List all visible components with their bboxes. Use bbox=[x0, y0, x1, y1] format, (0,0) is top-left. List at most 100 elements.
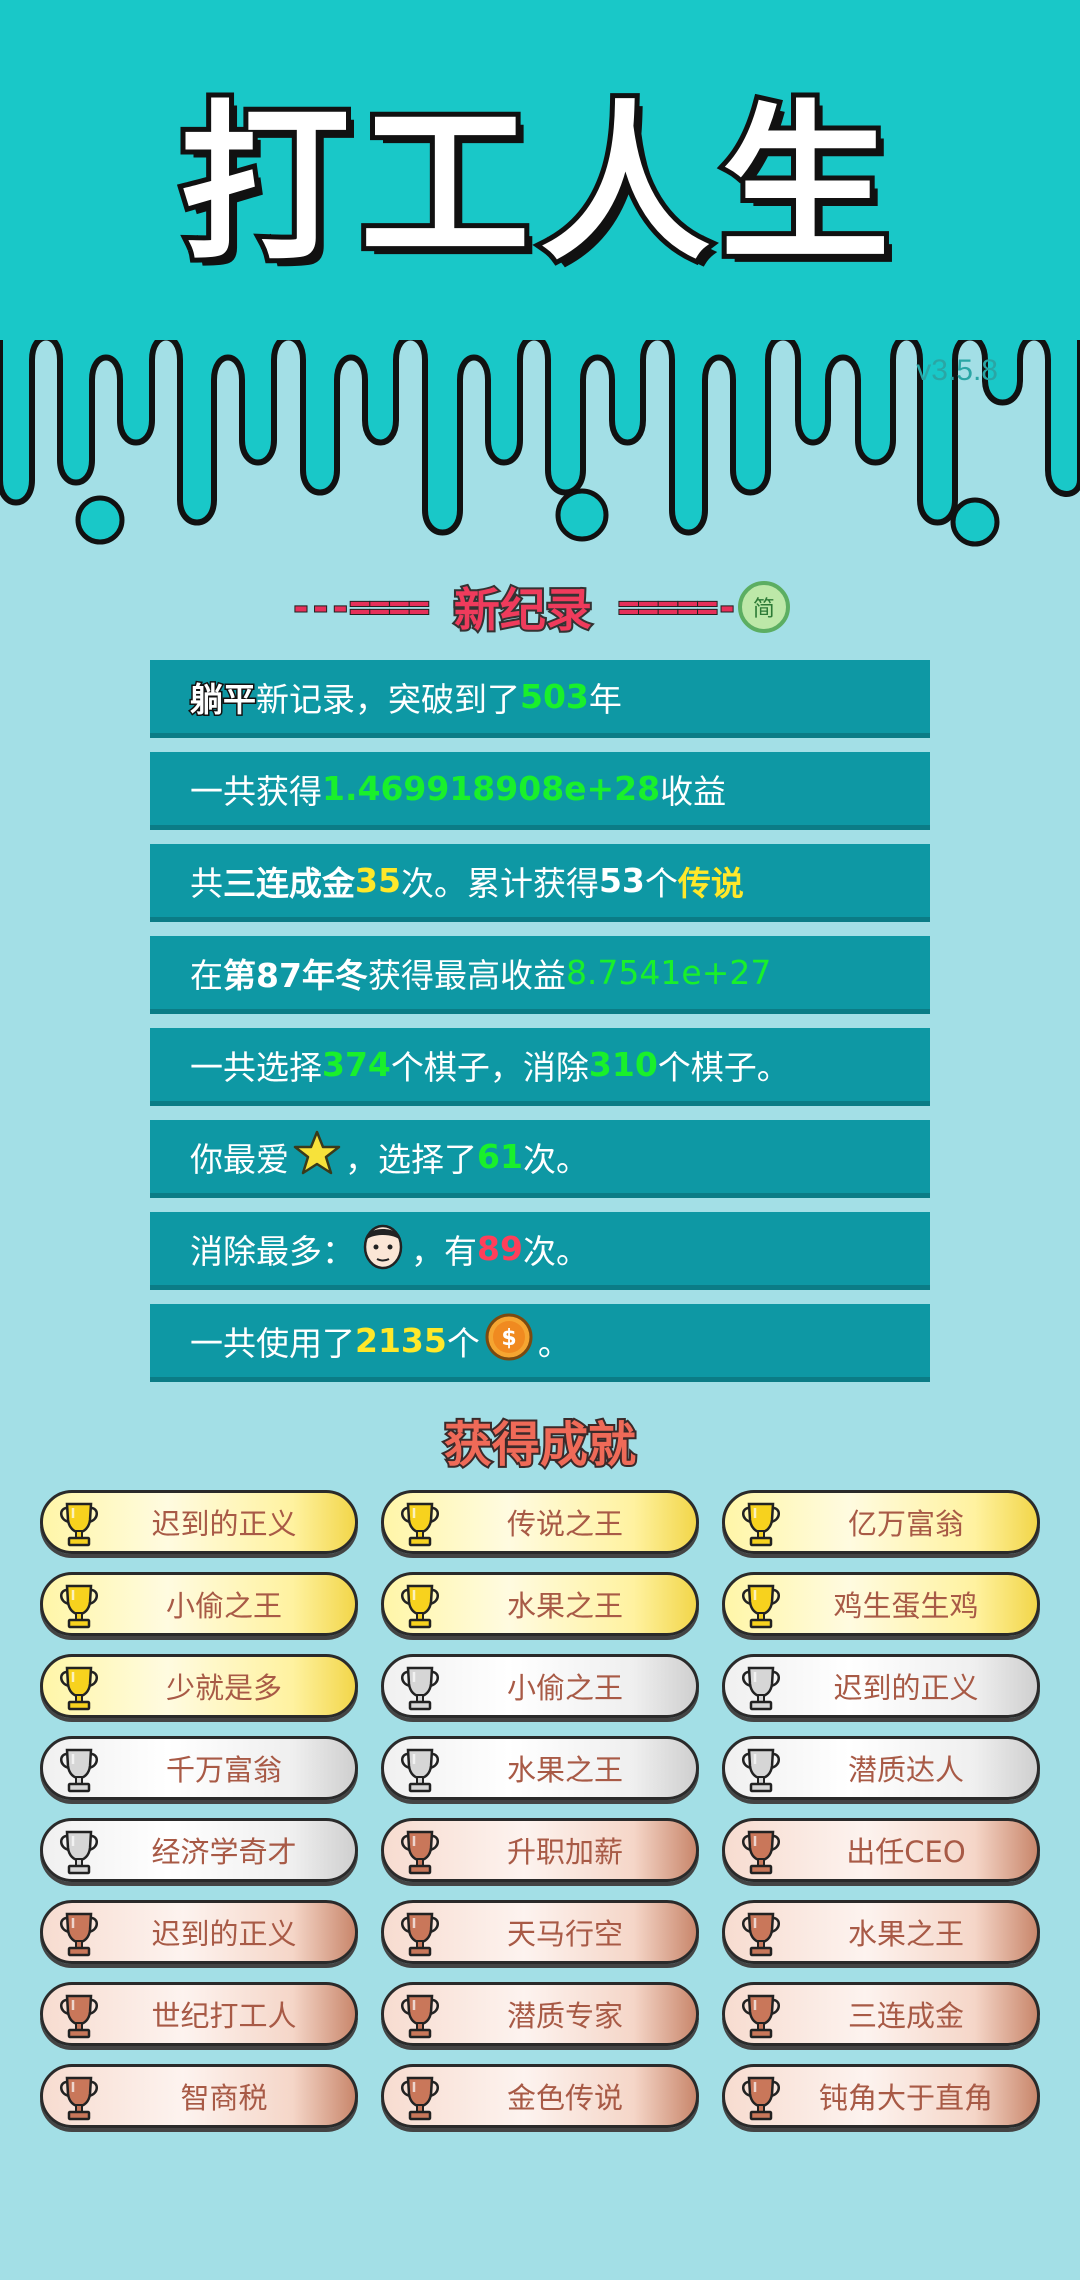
record-text: 年 bbox=[588, 679, 622, 719]
trophy-icon bbox=[57, 2074, 101, 2122]
trophy-icon bbox=[739, 1910, 783, 1958]
trophy-icon bbox=[57, 1664, 101, 1712]
right-dash-decoration: =====- bbox=[617, 586, 739, 629]
version-label: v3.5.8 bbox=[916, 354, 998, 387]
trophy-icon bbox=[398, 1910, 442, 1958]
record-text: 第87年冬 bbox=[223, 955, 368, 995]
trophy-icon bbox=[739, 1992, 783, 2040]
record-row: 在 第87年冬 获得最高收益 8.7541e+27 bbox=[150, 936, 930, 1014]
achievement-badge[interactable]: 升职加薪 bbox=[381, 1818, 699, 1882]
trophy-icon bbox=[57, 1910, 101, 1958]
record-text: 次。 bbox=[522, 1139, 589, 1179]
trophy-icon bbox=[57, 1746, 101, 1794]
record-text: ，有 bbox=[411, 1231, 477, 1271]
record-text: 53 bbox=[598, 861, 645, 900]
achievement-badge[interactable]: 金色传说 bbox=[381, 2064, 699, 2128]
record-text: 8.7541e+27 bbox=[565, 953, 772, 992]
star-icon bbox=[293, 1129, 341, 1185]
record-text: 次。 bbox=[522, 1231, 589, 1271]
face-icon bbox=[359, 1219, 407, 1279]
trophy-icon bbox=[398, 1582, 442, 1630]
record-text: 收益 bbox=[660, 771, 727, 811]
achievement-badge[interactable]: 鸡生蛋生鸡 bbox=[722, 1572, 1040, 1636]
new-record-heading: ---==== 新纪录 =====- 简 bbox=[0, 572, 1080, 642]
achievements-grid: 迟到的正义 传说之王 亿万富翁 小偷之王 水果之王 鸡生蛋生鸡 少就是多 小偷之王 迟到的正义千… bbox=[40, 1490, 1040, 2128]
achievement-badge[interactable]: 潜质专家 bbox=[381, 1982, 699, 2046]
achievement-badge[interactable]: 天马行空 bbox=[381, 1900, 699, 1964]
achievement-badge[interactable]: 经济学奇才 bbox=[40, 1818, 358, 1882]
record-text: 传说 bbox=[677, 863, 744, 903]
record-text: 个 bbox=[446, 1323, 480, 1363]
trophy-icon bbox=[398, 1828, 442, 1876]
trophy-icon bbox=[57, 1992, 101, 2040]
game-title: 打工人生 bbox=[175, 86, 900, 284]
record-row: 躺平 新记录，突破到了 503 年 bbox=[150, 660, 930, 738]
achievement-badge[interactable]: 传说之王 bbox=[381, 1490, 699, 1554]
record-text: 在 bbox=[190, 955, 223, 995]
record-text: 35 bbox=[355, 861, 401, 900]
record-row: 一共获得 1.469918908e+28 收益 bbox=[150, 752, 930, 830]
trophy-icon bbox=[739, 1664, 783, 1712]
achievement-badge[interactable]: 亿万富翁 bbox=[722, 1490, 1040, 1554]
record-row: 一共选择 374 个棋子，消除 310 个棋子。 bbox=[150, 1028, 930, 1106]
achievement-badge[interactable]: 迟到的正义 bbox=[722, 1654, 1040, 1718]
trophy-icon bbox=[398, 1746, 442, 1794]
trophy-icon bbox=[57, 1582, 101, 1630]
coin-icon: $ bbox=[484, 1312, 534, 1370]
record-text: 503 bbox=[520, 677, 589, 716]
trophy-icon bbox=[398, 1500, 442, 1548]
achievement-badge[interactable]: 水果之王 bbox=[722, 1900, 1040, 1964]
trophy-icon bbox=[398, 2074, 442, 2122]
trophy-icon bbox=[739, 1500, 783, 1548]
new-record-title: 新纪录 bbox=[452, 581, 594, 639]
record-text: 2135 bbox=[355, 1321, 447, 1360]
achievement-badge[interactable]: 潜质达人 bbox=[722, 1736, 1040, 1800]
trophy-icon bbox=[398, 1664, 442, 1712]
achievement-badge[interactable]: 千万富翁 bbox=[40, 1736, 358, 1800]
achievement-badge[interactable]: 世纪打工人 bbox=[40, 1982, 358, 2046]
record-text: 61 bbox=[477, 1137, 523, 1176]
record-text: 新记录，突破到了 bbox=[256, 679, 520, 719]
record-text: 个 bbox=[644, 863, 678, 903]
record-row: 共三连成金 35 次。累计获得 53 个传说 bbox=[150, 844, 930, 922]
record-text: 个棋子，消除 bbox=[390, 1047, 589, 1087]
trophy-icon bbox=[57, 1828, 101, 1876]
achievement-badge[interactable]: 出任CEO bbox=[722, 1818, 1040, 1882]
record-row: 你最爱 ，选择了 61 次。 bbox=[150, 1120, 930, 1198]
record-row: 消除最多： ，有 89 次。 bbox=[150, 1212, 930, 1290]
trophy-icon bbox=[739, 1582, 783, 1630]
achievement-badge[interactable]: 水果之王 bbox=[381, 1736, 699, 1800]
record-text: 共 bbox=[190, 863, 223, 903]
achievement-badge[interactable]: 小偷之王 bbox=[381, 1654, 699, 1718]
achievement-badge[interactable]: 迟到的正义 bbox=[40, 1900, 358, 1964]
record-text: 89 bbox=[477, 1229, 523, 1268]
achievement-badge[interactable]: 钝角大于直角 bbox=[722, 2064, 1040, 2128]
trophy-icon bbox=[398, 1992, 442, 2040]
trophy-icon bbox=[739, 2074, 783, 2122]
record-text: 消除最多： bbox=[190, 1231, 355, 1271]
record-text: 一共选择 bbox=[190, 1047, 322, 1087]
svg-text:$: $ bbox=[501, 1326, 516, 1351]
achievement-badge[interactable]: 水果之王 bbox=[381, 1572, 699, 1636]
trophy-icon bbox=[57, 1500, 101, 1548]
record-text: 一共使用了 bbox=[190, 1323, 355, 1363]
header-banner: 打工人生 v3.5.8 bbox=[0, 0, 1080, 560]
record-text: 1.469918908e+28 bbox=[322, 769, 661, 808]
record-text: 374 bbox=[322, 1045, 391, 1084]
achievements-title: 获得成就 bbox=[442, 1415, 638, 1475]
left-dash-decoration: ---==== bbox=[289, 586, 431, 629]
record-text: 你最爱 bbox=[190, 1139, 289, 1179]
achievement-badge[interactable]: 少就是多 bbox=[40, 1654, 358, 1718]
record-text: 次。累计获得 bbox=[400, 863, 599, 903]
achievement-badge[interactable]: 智商税 bbox=[40, 2064, 358, 2128]
achievement-badge[interactable]: 小偷之王 bbox=[40, 1572, 358, 1636]
achievement-badge[interactable]: 三连成金 bbox=[722, 1982, 1040, 2046]
record-text: 躺平 bbox=[189, 678, 258, 720]
record-text: ，选择了 bbox=[345, 1139, 477, 1179]
record-text: 个棋子。 bbox=[657, 1047, 790, 1087]
record-text: 310 bbox=[588, 1045, 658, 1084]
record-text: 一共获得 bbox=[190, 771, 322, 811]
achievement-badge[interactable]: 迟到的正义 bbox=[40, 1490, 358, 1554]
language-toggle-button[interactable]: 简 bbox=[737, 581, 790, 633]
record-stats-list: 躺平 新记录，突破到了 503 年一共获得 1.469918908e+28 收益共三连成金… bbox=[150, 660, 930, 1396]
